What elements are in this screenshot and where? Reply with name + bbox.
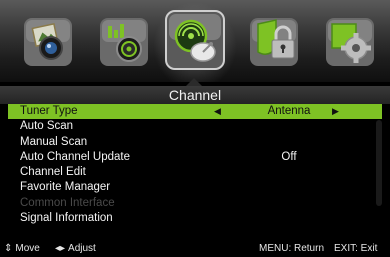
menu-item-label: Auto Channel Update <box>20 150 130 163</box>
menu-item-label: Common Interface <box>20 196 115 209</box>
menu-item-channel-edit[interactable]: Channel Edit <box>8 165 382 180</box>
menu-item-label: Favorite Manager <box>20 181 111 194</box>
menu-item-value: Antenna <box>267 105 311 117</box>
help-menu-return: MENU: Return <box>259 243 325 254</box>
help-adjust: ◂▸ Adjust <box>55 240 96 257</box>
menu-title: Channel <box>0 86 390 104</box>
help-move-label: Move <box>15 243 40 254</box>
menu-item-auto-scan[interactable]: Auto Scan <box>8 119 382 134</box>
menu-item-value: Off <box>281 150 297 163</box>
arrow-right-icon[interactable]: ▶ <box>332 104 339 119</box>
menu-item-label: Channel Edit <box>20 166 86 179</box>
menu-item-label: Manual Scan <box>20 135 88 148</box>
help-adjust-label: Adjust <box>68 243 96 254</box>
menu-item-label: Signal Information <box>20 212 113 225</box>
help-bar: ⇕ Move ◂▸ Adjust MENU: Return EXIT: Exit <box>0 240 390 257</box>
menu-item-signal-information[interactable]: Signal Information <box>8 211 382 226</box>
menu-item-label: Tuner Type <box>20 105 78 117</box>
menu-item-manual-scan[interactable]: Manual Scan <box>8 135 382 150</box>
menu-list: Tuner Type ◀ Antenna ▶ Auto Scan Manual … <box>8 104 382 226</box>
arrow-left-icon[interactable]: ◀ <box>214 104 221 119</box>
picture-icon[interactable] <box>20 14 76 70</box>
menu-item-common-interface: Common Interface <box>8 196 382 211</box>
sound-icon[interactable] <box>96 14 152 70</box>
menu-item-favorite-manager[interactable]: Favorite Manager <box>8 180 382 195</box>
menu-icon-bar <box>0 0 390 88</box>
left-right-arrow-icon: ◂▸ <box>55 243 66 254</box>
setup-icon[interactable] <box>322 14 378 70</box>
menu-item-label: Auto Scan <box>20 120 74 133</box>
menu-item-tuner-type[interactable]: Tuner Type ◀ Antenna ▶ <box>8 104 382 120</box>
help-exit: EXIT: Exit <box>334 243 378 254</box>
menu-item-auto-channel-update[interactable]: Auto Channel Update Off <box>8 150 382 165</box>
channel-icon[interactable] <box>163 8 227 72</box>
up-down-arrow-icon: ⇕ <box>4 243 13 254</box>
lock-icon[interactable] <box>246 14 302 70</box>
help-move: ⇕ Move <box>4 240 40 257</box>
scrollbar[interactable] <box>376 120 382 206</box>
